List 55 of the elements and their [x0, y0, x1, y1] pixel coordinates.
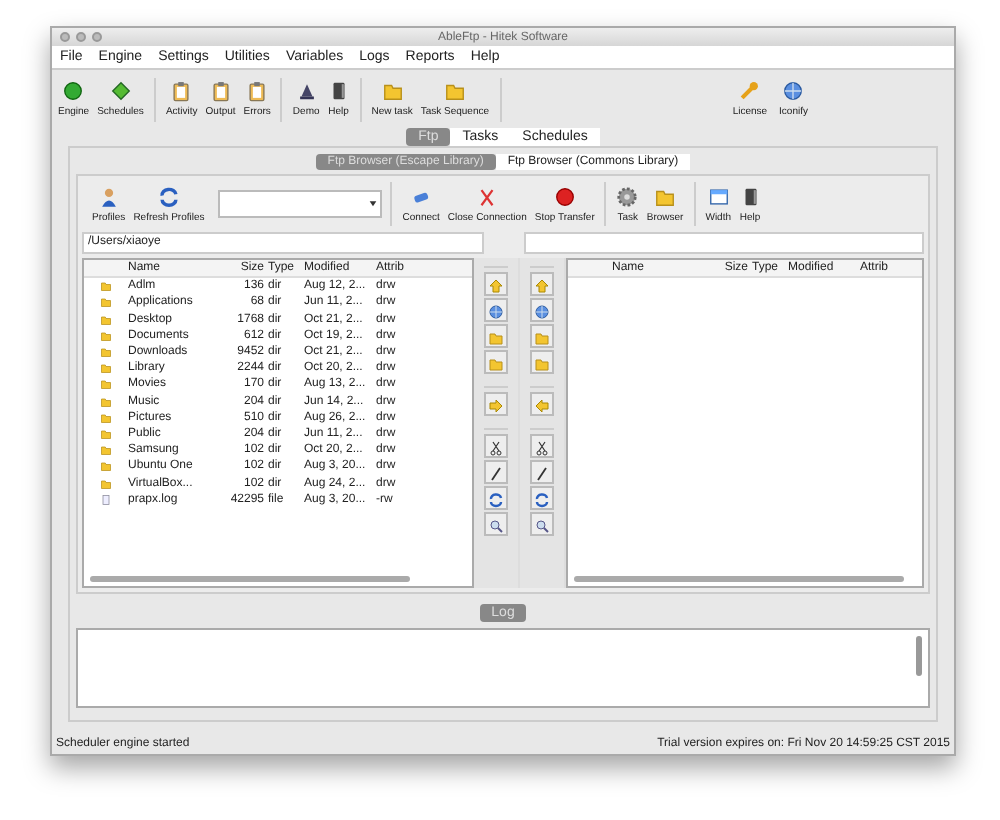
pencil-button[interactable] [484, 460, 508, 484]
scrollbar[interactable] [90, 576, 410, 582]
scissors-icon [534, 438, 550, 458]
scissors-button[interactable] [530, 434, 554, 458]
globe-button[interactable] [484, 298, 508, 322]
refresh-button[interactable] [484, 486, 508, 510]
up-button[interactable] [484, 272, 508, 296]
clipboard-icon [246, 80, 269, 102]
refresh-icon [534, 490, 550, 510]
folder-icon [381, 80, 404, 102]
close-icon [476, 185, 499, 207]
globe-icon [534, 302, 550, 322]
scrollbar[interactable] [916, 636, 922, 676]
magnifier-icon [534, 516, 550, 536]
clipboard-icon [170, 80, 193, 102]
folder-icon [654, 185, 677, 207]
globe-icon [488, 302, 504, 322]
refresh-icon [488, 490, 504, 510]
pencil-icon [488, 464, 504, 484]
wrench-icon [738, 80, 761, 102]
magnifier-button[interactable] [530, 512, 554, 536]
up-icon [488, 276, 504, 296]
caret-icon [368, 198, 379, 208]
gear-icon [616, 185, 639, 207]
diamond-icon [109, 80, 132, 102]
right-button[interactable] [484, 392, 508, 416]
scrollbar[interactable] [574, 576, 904, 582]
folder-icon [443, 80, 466, 102]
globe-button[interactable] [530, 298, 554, 322]
stop-icon [553, 185, 576, 207]
window-icon [707, 185, 730, 207]
up-icon [534, 276, 550, 296]
person-icon [97, 185, 120, 207]
magnifier-icon [488, 516, 504, 536]
scissors-icon [488, 438, 504, 458]
folder-button[interactable] [530, 324, 554, 348]
file-icon [100, 493, 112, 506]
pencil-button[interactable] [530, 460, 554, 484]
magnifier-button[interactable] [484, 512, 508, 536]
scissors-button[interactable] [484, 434, 508, 458]
globe-icon [782, 80, 805, 102]
folder-button[interactable] [484, 350, 508, 374]
refresh-icon [157, 185, 180, 207]
profile-dropdown[interactable] [218, 190, 383, 218]
path-field[interactable] [523, 232, 924, 254]
clipboard-icon [209, 80, 232, 102]
refresh-button[interactable] [530, 486, 554, 510]
folder-button[interactable] [484, 324, 508, 348]
right-icon [488, 396, 504, 416]
folder-button[interactable] [530, 350, 554, 374]
up-button[interactable] [530, 272, 554, 296]
circle-icon [62, 80, 85, 102]
pencil-icon [534, 464, 550, 484]
left-button[interactable] [530, 392, 554, 416]
left-icon [534, 396, 550, 416]
